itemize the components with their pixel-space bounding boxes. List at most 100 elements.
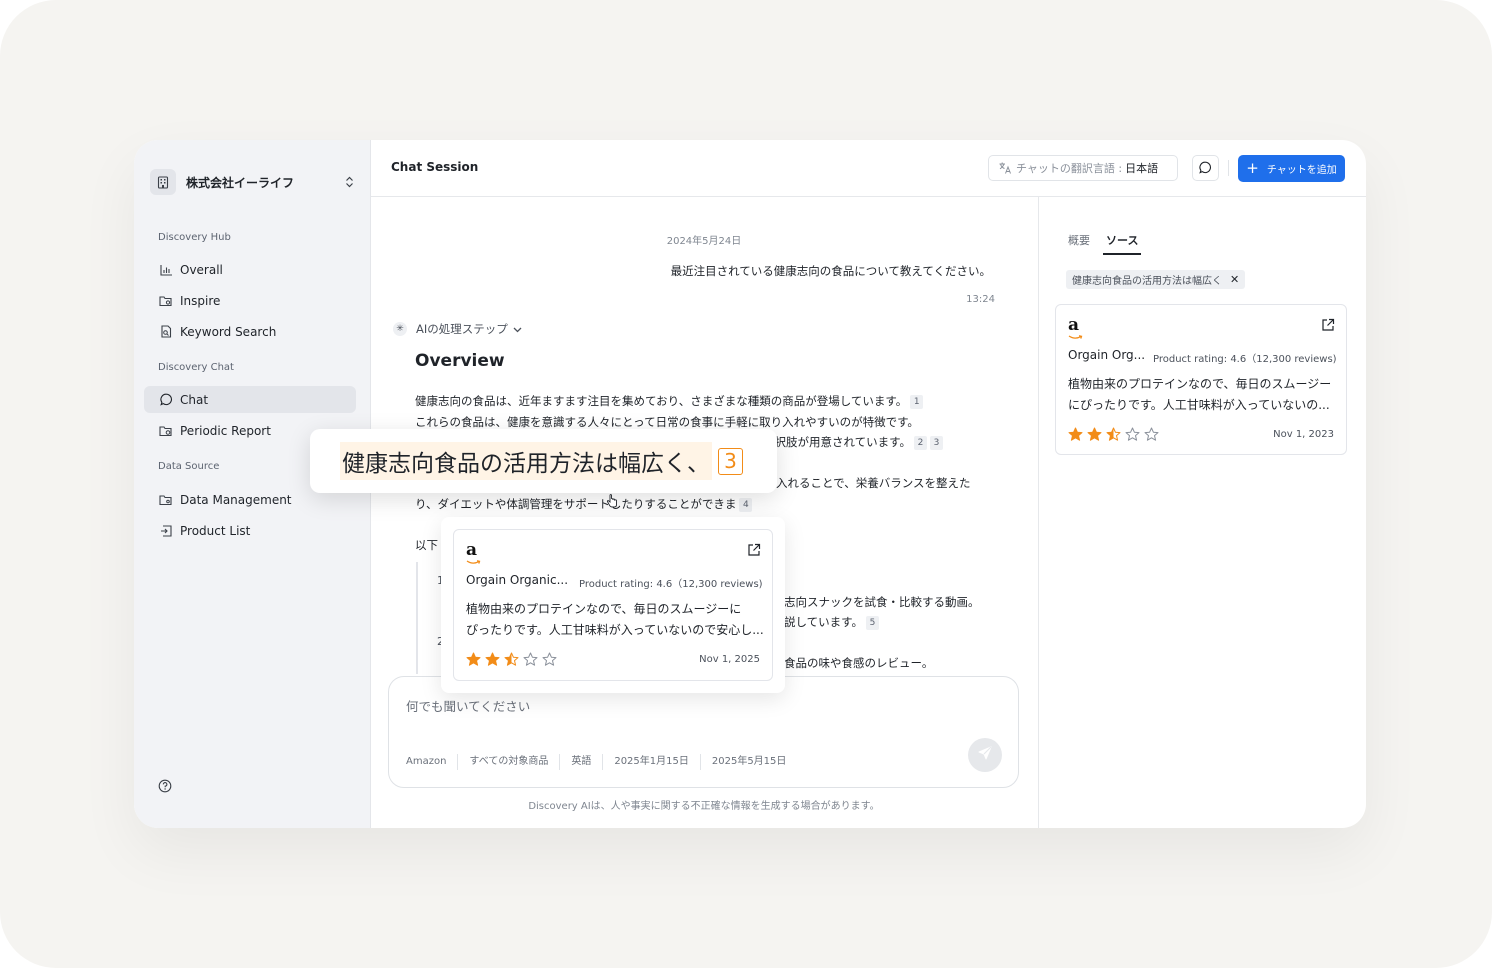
external-link-icon[interactable] [747, 542, 761, 556]
citation-badge[interactable]: 3 [930, 436, 944, 450]
chat-bubble-icon [1199, 159, 1212, 178]
user-message: 最近注目されている健康志向の食品について教えてください。 [670, 264, 991, 278]
translation-label: チャットの翻訳言語 : [1016, 162, 1123, 175]
disclaimer: Discovery AIは、人や事実に関する不正確な情報を生成する場合があります… [528, 801, 880, 812]
star-full-icon [1068, 427, 1083, 441]
filter-end-date[interactable]: 2025年5月15日 [699, 754, 798, 770]
sidebar-item-label: Inspire [180, 293, 221, 308]
description-line: 植物由来のプロテインなので、毎日のスムージーに [466, 602, 742, 616]
close-icon[interactable]: ✕ [1230, 273, 1239, 286]
translation-value: 日本語 [1125, 162, 1159, 175]
org-switcher[interactable]: 株式会社イーライフ [150, 168, 356, 196]
page-title: Chat Session [391, 160, 479, 174]
source-panel: 概要 ソース 健康志向食品の活用方法は幅広く ✕ a Orgain Org...… [1038, 197, 1366, 828]
list-text: 志向スナックを試食・比較する動画。 [784, 595, 980, 609]
sidebar-item-label: Chat [180, 392, 209, 407]
sidebar-item-label: Product List [180, 523, 251, 538]
star-half-icon [1106, 427, 1121, 441]
citation-zoom-callout: 健康志向食品の活用方法は幅広く、 3 [310, 429, 777, 493]
translation-language-select[interactable]: チャットの翻訳言語 : 日本語 [988, 155, 1178, 181]
answer-line: 選択肢が用意されています。 2 3 [763, 434, 944, 450]
answer-text: 選択肢が用意されています。 [763, 435, 912, 449]
chat-history-button[interactable] [1192, 155, 1219, 181]
list-line: 食品の味や食感のレビュー。 [784, 655, 933, 671]
date-separator: 2024年5月24日 [666, 236, 742, 247]
sidebar-item-label: Keyword Search [180, 324, 277, 339]
star-empty-icon [1144, 427, 1159, 441]
tab-summary[interactable]: 概要 [1068, 232, 1090, 248]
chevron-down-icon [513, 322, 522, 336]
active-tab-indicator [1103, 253, 1141, 255]
sidebar-item-label: Periodic Report [180, 423, 271, 438]
list-line: 志向スナックを試食・比較する動画。 [784, 594, 980, 610]
send-button[interactable] [968, 738, 1002, 772]
hand-cursor-icon [606, 493, 618, 508]
list-line: 説しています。 5 [784, 614, 880, 630]
external-link-icon[interactable] [1321, 317, 1335, 331]
amazon-smile-icon [466, 560, 481, 564]
citation-badge-highlighted[interactable]: 3 [718, 447, 743, 475]
chevron-updown-icon[interactable] [342, 172, 356, 192]
answer-text: 以下 [415, 538, 438, 552]
filter-bar: Amazon すべての対象商品 英語 2025年1月15日 2025年5月15日 [406, 754, 797, 770]
list-import-icon [158, 523, 174, 539]
answer-line: これらの食品は、健康を意識する人々にとって日常の食事に手軽に取り入れやすいのが特… [415, 414, 919, 430]
sidebar-item-keyword-search[interactable]: Keyword Search [144, 318, 356, 345]
chat-thread: 2024年5月24日 最近注目されている健康志向の食品について教えてください。 … [371, 197, 1037, 828]
sidebar-item-inspire[interactable]: Inspire [144, 287, 356, 314]
filter-language[interactable]: 英語 [559, 754, 602, 770]
bar-chart-icon [158, 262, 174, 278]
answer-text: 入れることで、栄養バランスを整えた [776, 476, 971, 490]
org-name: 株式会社イーライフ [186, 175, 295, 190]
product-card[interactable]: a Orgain Organic... Product rating: 4.6（… [453, 529, 773, 681]
citation-badge[interactable]: 5 [866, 616, 880, 630]
star-rating [466, 652, 561, 667]
star-rating [1068, 427, 1163, 442]
product-rating-text: Product rating: 4.6（12,300 reviews) [579, 579, 763, 590]
send-icon [977, 745, 993, 765]
amazon-logo-icon: a [1068, 315, 1080, 335]
ai-steps-toggle[interactable]: ✳ AIの処理ステップ [393, 321, 522, 337]
amazon-logo-icon: a [466, 540, 478, 560]
sidebar-item-chat[interactable]: Chat [144, 386, 356, 413]
composer-placeholder: 何でも聞いてください [406, 699, 531, 714]
description-line: にぴったりです。人工甘味料が入っていないの... [1068, 398, 1330, 412]
document-search-icon [158, 324, 174, 340]
citation-badge[interactable]: 1 [910, 395, 924, 409]
add-chat-button[interactable]: + チャットを追加 [1238, 155, 1345, 182]
product-card[interactable]: a Orgain Org... Product rating: 4.6（12,3… [1055, 304, 1347, 455]
folder-search-icon [158, 293, 174, 309]
description-line: ぴったりです。人工甘味料が入っていないので安心し... [466, 623, 764, 637]
review-date: Nov 1, 2023 [1273, 429, 1334, 440]
answer-line: 入れることで、栄養バランスを整えた [776, 475, 970, 491]
folder-settings-icon [158, 492, 174, 508]
list-quote-bar [416, 562, 418, 674]
sidebar-item-product-list[interactable]: Product List [144, 517, 356, 544]
sparkle-icon: ✳ [393, 322, 407, 336]
description-line: 植物由来のプロテインなので、毎日のスムージー [1068, 377, 1332, 391]
citation-badge[interactable]: 2 [914, 436, 928, 450]
tab-sources[interactable]: ソース [1106, 232, 1138, 248]
help-icon[interactable] [158, 778, 172, 793]
answer-line: り、ダイエットや体調管理をサポートしたりすることができま 4 [415, 496, 753, 512]
product-name: Orgain Org... [1068, 348, 1146, 362]
filter-source[interactable]: Amazon [406, 754, 457, 770]
add-chat-label: チャットを追加 [1266, 165, 1337, 176]
answer-line: 以下 [415, 537, 438, 553]
overview-heading: Overview [415, 351, 505, 371]
filter-products[interactable]: すべての対象商品 [457, 754, 559, 770]
answer-text: これらの食品は、健康を意識する人々にとって日常の食事に手軽に取り入れやすいのが特… [415, 415, 919, 429]
amazon-smile-icon [1068, 335, 1083, 339]
sidebar-item-overall[interactable]: Overall [144, 256, 356, 283]
ai-steps-label: AIの処理ステップ [416, 322, 508, 336]
sidebar-item-label: Overall [180, 262, 223, 277]
section-label-discovery-hub: Discovery Hub [158, 232, 231, 243]
section-label-discovery-chat: Discovery Chat [158, 362, 234, 373]
filter-start-date[interactable]: 2025年1月15日 [602, 754, 700, 770]
star-half-icon [504, 652, 519, 666]
product-rating-text: Product rating: 4.6（12,300 reviews) [1153, 354, 1337, 365]
answer-text: り、ダイエットや体調管理をサポートしたりすることができま [415, 497, 737, 511]
section-label-data-source: Data Source [158, 461, 220, 472]
citation-badge[interactable]: 4 [739, 498, 753, 512]
source-filter-chip[interactable]: 健康志向食品の活用方法は幅広く ✕ [1066, 270, 1246, 289]
